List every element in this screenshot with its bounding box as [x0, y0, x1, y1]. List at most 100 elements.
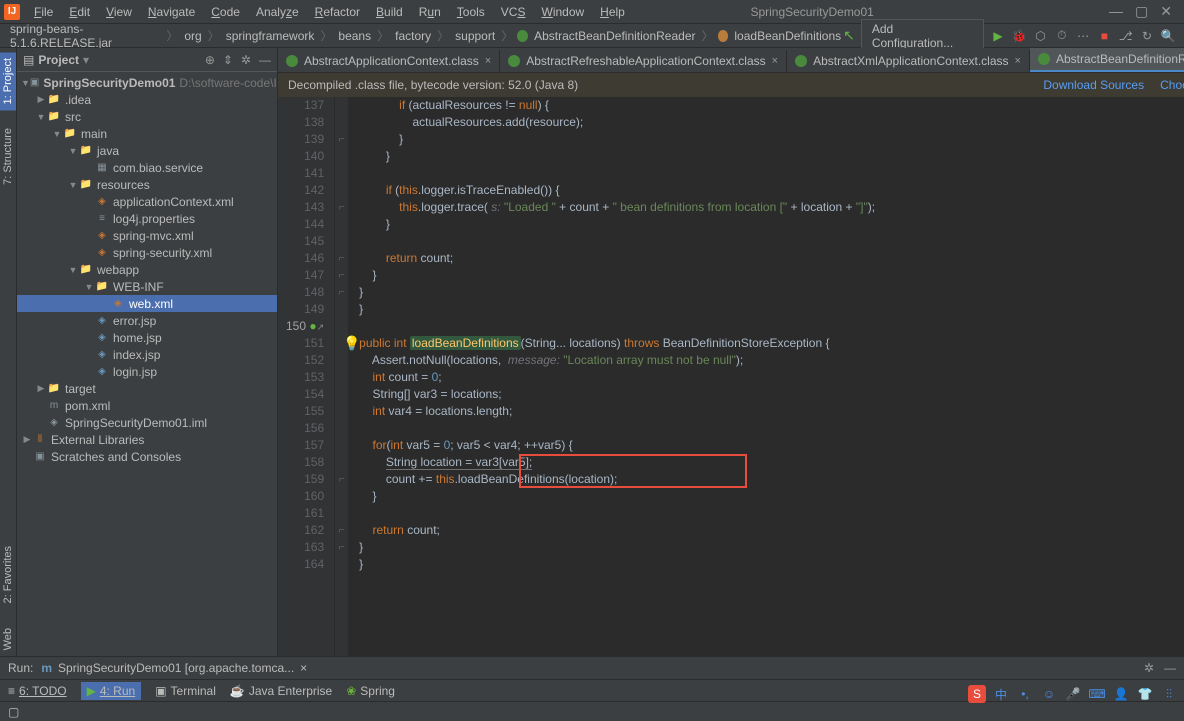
tree-item-applicationContext-xml[interactable]: ◈applicationContext.xml: [17, 193, 277, 210]
menu-code[interactable]: Code: [203, 3, 248, 21]
tree-item-spring-mvc-xml[interactable]: ◈spring-mvc.xml: [17, 227, 277, 244]
close-run-tab[interactable]: ×: [300, 661, 307, 675]
download-sources-link[interactable]: Download Sources: [1043, 78, 1144, 92]
menu-view[interactable]: View: [98, 3, 140, 21]
close-tab-icon[interactable]: ×: [772, 55, 778, 67]
menu-vcs[interactable]: VCS: [493, 3, 534, 21]
menu-refactor[interactable]: Refactor: [307, 3, 368, 21]
search-icon[interactable]: 🔍: [1161, 28, 1176, 44]
bc-method[interactable]: loadBeanDefinitions: [732, 29, 843, 43]
tree-item-error-jsp[interactable]: ◈error.jsp: [17, 312, 277, 329]
tab-AbstractXmlApplicationContext.class[interactable]: AbstractXmlApplicationContext.class×: [787, 50, 1030, 72]
tab-project[interactable]: 1: Project: [0, 52, 16, 110]
menu-analyze[interactable]: Analyze: [248, 3, 307, 21]
ime-punct-icon[interactable]: •,: [1016, 685, 1034, 703]
attach-icon[interactable]: ⋯: [1075, 28, 1090, 44]
tree-item-java[interactable]: ▼📁java: [17, 142, 277, 159]
tree-item-com-biao-service[interactable]: ▦com.biao.service: [17, 159, 277, 176]
bc-factory[interactable]: factory: [393, 29, 433, 43]
choose-sources-link[interactable]: Choose Sources...: [1160, 78, 1184, 92]
run-hide-icon[interactable]: —: [1164, 661, 1176, 675]
run-gear-icon[interactable]: ✲: [1144, 661, 1154, 675]
tree-item-resources[interactable]: ▼📁resources: [17, 176, 277, 193]
menu-navigate[interactable]: Navigate: [140, 3, 203, 21]
coverage-icon[interactable]: ⬡: [1033, 28, 1048, 44]
gear-icon[interactable]: ✲: [241, 53, 251, 67]
tree-scratches[interactable]: ▣ Scratches and Consoles: [17, 448, 277, 465]
tree-item-webapp[interactable]: ▼📁webapp: [17, 261, 277, 278]
run-config-tab[interactable]: m SpringSecurityDemo01 [org.apache.tomca…: [33, 659, 315, 677]
profile-icon[interactable]: ⏱: [1054, 28, 1069, 44]
git-icon[interactable]: ⎇: [1118, 28, 1133, 44]
tab-AbstractBeanDefinitionReader.class[interactable]: AbstractBeanDefinitionReader.class×: [1030, 48, 1184, 72]
tree-item-log4j-properties[interactable]: ≡log4j.properties: [17, 210, 277, 227]
run-tab[interactable]: ▶4: Run: [81, 682, 142, 700]
decompile-msg: Decompiled .class file, bytecode version…: [288, 78, 578, 92]
select-opened-icon[interactable]: ⊕: [205, 53, 215, 67]
menu-edit[interactable]: Edit: [61, 3, 98, 21]
tree-item-spring-security-xml[interactable]: ◈spring-security.xml: [17, 244, 277, 261]
ime-lang-icon[interactable]: 中: [992, 685, 1010, 703]
close-tab-icon[interactable]: ×: [1015, 55, 1021, 67]
ime-skin-icon[interactable]: 👕: [1136, 685, 1154, 703]
hide-icon[interactable]: —: [259, 53, 271, 67]
todo-tab[interactable]: ≡6: TODO: [8, 684, 67, 698]
ime-mic-icon[interactable]: 🎤: [1064, 685, 1082, 703]
menu-help[interactable]: Help: [592, 3, 633, 21]
bc-sf[interactable]: springframework: [224, 29, 317, 43]
code-content[interactable]: if (actualResources != null) { actualRes…: [349, 97, 1184, 656]
tree-item-home-jsp[interactable]: ◈home.jsp: [17, 329, 277, 346]
close-button[interactable]: ✕: [1160, 3, 1172, 20]
debug-icon[interactable]: 🐞: [1012, 28, 1027, 44]
bc-beans[interactable]: beans: [336, 29, 373, 43]
fold-gutter[interactable]: ⌐⌐⌐⌐⌐⌐⌐⌐: [335, 97, 349, 656]
update-icon[interactable]: ↻: [1139, 28, 1154, 44]
tree-item-login-jsp[interactable]: ◈login.jsp: [17, 363, 277, 380]
bc-support[interactable]: support: [453, 29, 497, 43]
menu-file[interactable]: File: [26, 3, 61, 21]
intention-bulb-icon[interactable]: 💡: [343, 335, 360, 352]
tree-item-web-xml[interactable]: ◈web.xml: [17, 295, 277, 312]
maximize-button[interactable]: ▢: [1135, 3, 1148, 20]
menu-build[interactable]: Build: [368, 3, 411, 21]
menu-window[interactable]: Window: [533, 3, 592, 21]
tree-item-src[interactable]: ▼📁src: [17, 108, 277, 125]
spring-tab[interactable]: ❀Spring: [346, 684, 395, 698]
ime-toolbox-icon[interactable]: ⫶⫶: [1160, 685, 1178, 703]
close-tab-icon[interactable]: ×: [485, 55, 491, 67]
tab-AbstractRefreshableApplicationContext.class[interactable]: AbstractRefreshableApplicationContext.cl…: [500, 50, 787, 72]
tab-web[interactable]: Web: [0, 622, 16, 656]
tree-item-SpringSecurityDemo01-iml[interactable]: ◈SpringSecurityDemo01.iml: [17, 414, 277, 431]
menu-tools[interactable]: Tools: [449, 3, 493, 21]
bc-class[interactable]: AbstractBeanDefinitionReader: [532, 29, 697, 43]
bc-jar[interactable]: spring-beans-5.1.6.RELEASE.jar: [8, 22, 162, 50]
tab-AbstractApplicationContext.class[interactable]: AbstractApplicationContext.class×: [278, 50, 500, 72]
tab-structure[interactable]: 7: Structure: [0, 122, 16, 191]
ime-sogou-icon[interactable]: S: [968, 685, 986, 703]
ime-keyboard-icon[interactable]: ⌨: [1088, 685, 1106, 703]
stop-icon[interactable]: ■: [1097, 28, 1112, 44]
java-ee-tab[interactable]: ☕Java Enterprise: [230, 684, 332, 698]
tree-item-target[interactable]: ▶📁target: [17, 380, 277, 397]
tree-ext-libs[interactable]: ▶⫴ External Libraries: [17, 431, 277, 448]
build-icon[interactable]: ↖: [843, 27, 855, 44]
ime-emoji-icon[interactable]: ☺: [1040, 685, 1058, 703]
run-icon[interactable]: ▶: [990, 28, 1005, 44]
tree-item-WEB-INF[interactable]: ▼📁WEB-INF: [17, 278, 277, 295]
bc-org[interactable]: org: [182, 29, 203, 43]
tree-item--idea[interactable]: ▶📁.idea: [17, 91, 277, 108]
tree-root[interactable]: ▼▣ SpringSecurityDemo01 D:\software-code…: [17, 74, 277, 91]
minimize-button[interactable]: —: [1109, 3, 1123, 20]
expand-all-icon[interactable]: ⇕: [223, 53, 233, 67]
code-area[interactable]: 1371381391401411421431441451461471481491…: [278, 97, 1184, 656]
tree-item-main[interactable]: ▼📁main: [17, 125, 277, 142]
tab-favorites[interactable]: 2: Favorites: [0, 540, 16, 609]
ime-user-icon[interactable]: 👤: [1112, 685, 1130, 703]
tree-item-index-jsp[interactable]: ◈index.jsp: [17, 346, 277, 363]
menu-run[interactable]: Run: [411, 3, 449, 21]
tree-item-pom-xml[interactable]: mpom.xml: [17, 397, 277, 414]
project-tree[interactable]: ▼▣ SpringSecurityDemo01 D:\software-code…: [17, 72, 277, 656]
terminal-tab[interactable]: ▣Terminal: [155, 684, 216, 698]
panel-dropdown[interactable]: ▾: [83, 53, 89, 67]
run-panel-header: Run: m SpringSecurityDemo01 [org.apache.…: [0, 656, 1184, 679]
